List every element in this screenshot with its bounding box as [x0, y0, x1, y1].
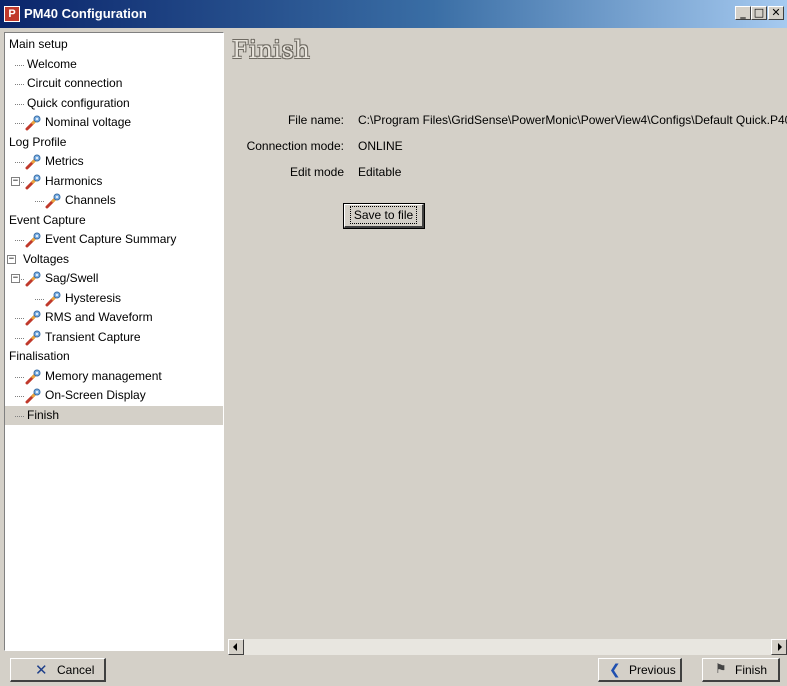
collapse-toggle-icon[interactable]: − [11, 176, 20, 186]
edit-mode-label: Edit mode [289, 165, 344, 179]
tree-item-label: Voltages [23, 251, 70, 266]
wrench-icon [25, 388, 41, 404]
tree-item[interactable]: Finalisation [5, 347, 223, 366]
tree-connector [15, 123, 24, 124]
tree-connector [15, 64, 24, 66]
tree-item[interactable]: − Sag/Swell [5, 269, 223, 288]
tree-item-label: Channels [65, 193, 116, 207]
wrench-icon [25, 369, 41, 384]
tree-item[interactable]: Transient Capture [5, 328, 223, 347]
wrench-icon [25, 310, 41, 326]
tree-item-label: Transient Capture [45, 329, 141, 344]
tree-item[interactable]: Event Capture Summary [5, 230, 223, 249]
tree-item-label: Event Capture [9, 212, 86, 227]
wrench-icon [25, 174, 41, 189]
tree-item[interactable]: Metrics [5, 152, 223, 171]
maximize-button[interactable]: □ [751, 6, 767, 20]
tree-item[interactable]: − Harmonics [5, 172, 223, 191]
tree-connector [15, 240, 24, 241]
window-title: PM40 Configuration [24, 6, 147, 21]
previous-label: Previous [629, 663, 676, 677]
title-bar[interactable]: P PM40 Configuration _ □ ✕ [0, 0, 787, 28]
save-to-file-button[interactable]: Save to file [343, 203, 425, 229]
save-to-file-label: Save to file [349, 206, 418, 224]
tree-connector [15, 337, 24, 339]
connection-mode-value: ONLINE [358, 139, 403, 153]
collapse-toggle-icon[interactable]: − [7, 254, 16, 264]
tree-item-label: Quick configuration [27, 95, 130, 110]
tree-item-label: Harmonics [45, 173, 103, 188]
tree-connector [15, 396, 24, 397]
app-icon: P [4, 6, 20, 22]
tree-item-label: Log Profile [9, 134, 67, 149]
file-name-value: C:\Program Files\GridSense\PowerMonic\Po… [358, 113, 787, 127]
tree-item-label: Main setup [9, 37, 68, 51]
close-button[interactable]: ✕ [768, 6, 784, 20]
left-arrow-icon [233, 643, 237, 651]
wrench-icon [25, 115, 41, 131]
tree-connector [15, 415, 24, 417]
tree-connector [35, 298, 44, 300]
tree-item[interactable]: RMS and Waveform [5, 308, 223, 327]
finish-label: Finish [735, 663, 768, 677]
tree-item[interactable]: Memory management [5, 367, 223, 386]
tree-connector [15, 376, 24, 378]
wrench-icon [25, 271, 41, 287]
main-pane: Finish File name: C:\Program Files\GridS… [228, 32, 787, 655]
scroll-right-button[interactable] [771, 639, 787, 655]
tree-item-label: Metrics [45, 154, 84, 168]
tree-item[interactable]: − Voltages [5, 250, 223, 269]
tree-item-label: Welcome [27, 56, 77, 71]
navigation-tree[interactable]: Main setup Welcome Circuit connection Quick… [4, 32, 224, 651]
tree-connector [15, 84, 24, 85]
scroll-left-button[interactable] [228, 639, 244, 655]
wrench-icon [25, 330, 41, 345]
tree-item-label: Sag/Swell [45, 271, 99, 285]
minimize-button[interactable]: _ [735, 6, 751, 20]
tree-item[interactable]: Main setup [5, 35, 223, 54]
tree-item-label: On-Screen Display [45, 388, 146, 402]
wrench-icon [25, 232, 41, 248]
tree-item[interactable]: Event Capture [5, 211, 223, 230]
tree-item[interactable]: Hysteresis [5, 289, 223, 308]
chevron-left-icon: ❮ [609, 662, 621, 678]
tree-item[interactable]: Circuit connection [5, 74, 223, 93]
previous-button[interactable]: ❮ Previous [598, 658, 682, 682]
tree-item-label: Nominal voltage [45, 115, 132, 129]
wrench-icon [25, 154, 41, 170]
tree-item[interactable]: Finish [5, 405, 223, 425]
tree-item-label: Memory management [45, 368, 162, 383]
tree-item[interactable]: Channels [5, 191, 223, 210]
connection-mode-label: Connection mode: [246, 139, 344, 153]
tree-item[interactable]: Log Profile [5, 133, 223, 152]
wrench-icon [45, 193, 61, 209]
checkered-flag-icon: ⚑ [715, 662, 727, 677]
collapse-toggle-icon[interactable]: − [11, 274, 20, 283]
tree-connector [35, 201, 44, 202]
file-name-label: File name: [287, 113, 344, 127]
tree-item[interactable]: Nominal voltage [5, 113, 223, 132]
horizontal-scrollbar[interactable] [228, 639, 787, 655]
close-x-icon: ✕ [35, 661, 48, 679]
tree-connector [15, 162, 24, 163]
tree-connector [15, 318, 24, 319]
tree-item-label: Circuit connection [27, 76, 123, 90]
wrench-icon [45, 291, 61, 306]
page-title: Finish [232, 36, 311, 64]
tree-item[interactable]: Quick configuration [5, 94, 223, 113]
cancel-label: Cancel [57, 663, 95, 677]
finish-button[interactable]: ⚑ Finish [702, 658, 780, 682]
tree-item-label: Event Capture Summary [45, 232, 177, 246]
tree-item[interactable]: On-Screen Display [5, 386, 223, 405]
edit-mode-value: Editable [358, 165, 402, 179]
tree-item[interactable]: Welcome [5, 55, 223, 74]
configuration-window: P PM40 Configuration _ □ ✕ Main setup Wel… [0, 0, 787, 686]
tree-item-label: Finish [27, 407, 60, 422]
cancel-button[interactable]: ✕ Cancel [10, 658, 106, 682]
tree-item-label: RMS and Waveform [45, 310, 153, 324]
tree-item-label: Finalisation [9, 349, 70, 363]
tree-connector [15, 103, 24, 105]
right-arrow-icon [778, 643, 782, 651]
tree-item-label: Hysteresis [65, 290, 122, 305]
